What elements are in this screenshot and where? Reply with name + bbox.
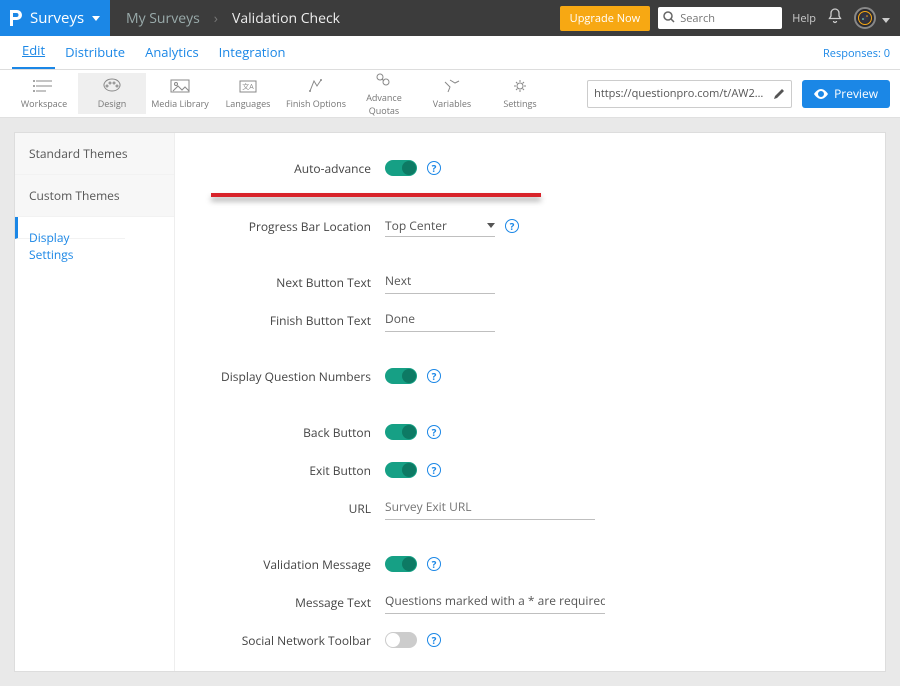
help-link[interactable]: Help: [792, 11, 816, 26]
responses-count: Responses: 0: [823, 46, 890, 61]
survey-url-box[interactable]: https://questionpro.com/t/AW22ZeVoL: [587, 80, 792, 108]
quotas-icon: [373, 71, 395, 89]
progress-select[interactable]: Top Center: [385, 215, 495, 237]
validation-label: Validation Message: [185, 556, 385, 573]
caret-down-icon: [92, 16, 100, 21]
variables-icon: [441, 77, 463, 95]
logo-icon: [10, 10, 22, 26]
page: Standard Themes Custom Themes Display Se…: [0, 118, 900, 686]
search-box: [658, 7, 782, 29]
caret-down-icon: [487, 223, 495, 228]
product-switcher[interactable]: Surveys: [0, 0, 110, 36]
auto-advance-label: Auto-advance: [211, 160, 385, 177]
tool-quotas[interactable]: Advance Quotas: [350, 67, 418, 121]
product-name: Surveys: [30, 8, 84, 28]
tool-finish[interactable]: Finish Options: [282, 73, 350, 114]
tool-variables[interactable]: Variables: [418, 73, 486, 114]
avatar-icon: [858, 11, 872, 25]
tool-media[interactable]: Media Library: [146, 73, 214, 114]
user-avatar[interactable]: [854, 7, 876, 29]
dqn-label: Display Question Numbers: [185, 368, 385, 385]
social-label: Social Network Toolbar: [185, 632, 385, 649]
svg-text:文A: 文A: [242, 82, 254, 92]
settings-sidebar: Standard Themes Custom Themes Display Se…: [15, 133, 175, 671]
finish-icon: [305, 77, 327, 95]
breadcrumb-root[interactable]: My Surveys: [126, 9, 200, 28]
tool-workspace[interactable]: Workspace: [10, 73, 78, 114]
finish-btn-label: Finish Button Text: [185, 312, 385, 329]
social-toggle[interactable]: [385, 632, 417, 648]
sidebar-item-standard-themes[interactable]: Standard Themes: [15, 133, 174, 175]
topbar: Surveys My Surveys › Validation Check Up…: [0, 0, 900, 36]
sidebar-item-display-settings[interactable]: Display Settings: [15, 217, 125, 239]
url-label: URL: [185, 500, 385, 517]
gear-icon: [509, 77, 531, 95]
tool-languages[interactable]: 文A Languages: [214, 73, 282, 114]
tab-edit[interactable]: Edit: [12, 35, 55, 69]
help-icon[interactable]: ?: [427, 633, 441, 647]
sidebar-item-custom-themes[interactable]: Custom Themes: [15, 175, 174, 217]
dqn-toggle[interactable]: [385, 368, 417, 384]
subnav: Edit Distribute Analytics Integration Re…: [0, 36, 900, 70]
back-label: Back Button: [185, 424, 385, 441]
languages-icon: 文A: [237, 77, 259, 95]
eye-icon: [814, 89, 828, 99]
pencil-icon[interactable]: [773, 88, 785, 100]
search-icon: [663, 11, 675, 23]
help-icon[interactable]: ?: [427, 369, 441, 383]
help-icon[interactable]: ?: [427, 425, 441, 439]
next-btn-label: Next Button Text: [185, 274, 385, 291]
tab-distribute[interactable]: Distribute: [55, 37, 135, 69]
user-menu-caret-icon[interactable]: [882, 10, 890, 27]
help-icon[interactable]: ?: [427, 463, 441, 477]
help-icon[interactable]: ?: [505, 219, 519, 233]
display-settings-form: Auto-advance ? Progress Bar Location Top…: [175, 133, 885, 671]
upgrade-button[interactable]: Upgrade Now: [560, 6, 651, 31]
breadcrumb: My Surveys › Validation Check: [110, 9, 356, 28]
help-icon[interactable]: ?: [427, 557, 441, 571]
toolbar: Workspace Design Media Library 文A Langua…: [0, 70, 900, 118]
design-icon: [101, 77, 123, 95]
notifications-icon[interactable]: [826, 7, 844, 29]
survey-url-text: https://questionpro.com/t/AW22ZeVoL: [594, 86, 767, 101]
msg-input[interactable]: [385, 590, 605, 614]
workspace-icon: [33, 77, 55, 95]
validation-toggle[interactable]: [385, 556, 417, 572]
auto-advance-toggle[interactable]: [385, 160, 417, 176]
exit-label: Exit Button: [185, 462, 385, 479]
tab-analytics[interactable]: Analytics: [135, 37, 209, 69]
finish-btn-input[interactable]: [385, 308, 495, 332]
media-icon: [169, 77, 191, 95]
tool-settings[interactable]: Settings: [486, 73, 554, 114]
exit-url-input[interactable]: [385, 496, 595, 520]
next-btn-input[interactable]: [385, 270, 495, 294]
back-toggle[interactable]: [385, 424, 417, 440]
search-input[interactable]: [658, 7, 782, 29]
exit-toggle[interactable]: [385, 462, 417, 478]
help-icon[interactable]: ?: [427, 161, 441, 175]
breadcrumb-current: Validation Check: [232, 9, 340, 28]
breadcrumb-separator: ›: [214, 9, 218, 28]
msg-label: Message Text: [185, 594, 385, 611]
tool-design[interactable]: Design: [78, 73, 146, 114]
tab-integration[interactable]: Integration: [209, 37, 296, 69]
progress-label: Progress Bar Location: [185, 218, 385, 235]
panel: Standard Themes Custom Themes Display Se…: [14, 132, 886, 672]
preview-button[interactable]: Preview: [802, 80, 890, 108]
